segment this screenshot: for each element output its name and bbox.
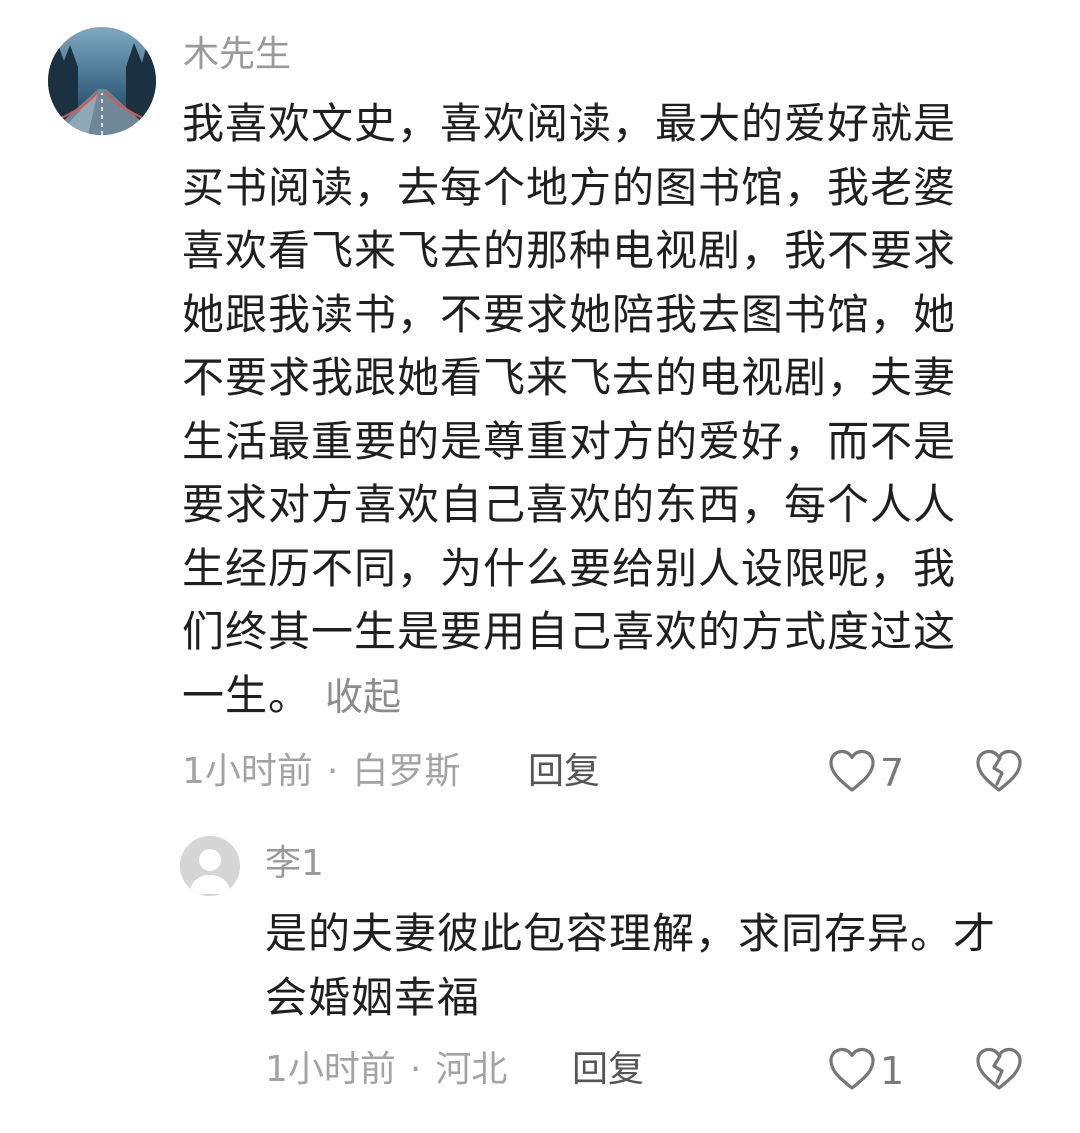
separator-dot: ·	[409, 1049, 422, 1090]
dislike-button[interactable]	[975, 1046, 1023, 1096]
reply-text: 是的夫妻彼此包容理解，求同存异。才 会婚姻幸福	[265, 902, 996, 1029]
broken-heart-icon	[975, 1047, 1023, 1096]
comment-text-line: 们终其一生是要用自己喜欢的方式度过这	[182, 607, 957, 656]
comment-text-line: 一生。	[182, 670, 312, 720]
reply-meta: 1小时前 · 河北	[265, 1052, 507, 1088]
collapse-link[interactable]: 收起	[325, 675, 401, 719]
username[interactable]: 李1	[265, 846, 324, 882]
like-count: 7	[880, 751, 905, 795]
reply-time: 1小时前	[265, 1049, 396, 1090]
dislike-button[interactable]	[975, 748, 1023, 798]
comment-text-line: 她跟我读书，不要求她陪我去图书馆，她	[182, 289, 957, 339]
comment-text-last-line: 一生。 收起	[182, 664, 956, 730]
like-button[interactable]: 7	[828, 748, 904, 798]
reply-button[interactable]: 回复	[572, 1052, 644, 1088]
comment-text-line: 喜欢看飞来飞去的那种电视剧，我不要求	[182, 226, 957, 275]
avatar[interactable]	[180, 836, 240, 896]
avatar[interactable]	[48, 27, 156, 135]
comment-location: 白罗斯	[352, 751, 461, 792]
reply-button[interactable]: 回复	[528, 754, 600, 790]
heart-outline-icon	[828, 1046, 876, 1096]
reply-text-line: 会婚姻幸福	[265, 972, 481, 1022]
comment-text-line: 我喜欢文史，喜欢阅读，最大的爱好就是	[182, 99, 957, 148]
separator-dot: ·	[326, 751, 339, 792]
comment-text-line: 生经历不同，为什么要给别人设限呢，我	[182, 543, 957, 593]
comment-time: 1小时前	[182, 751, 313, 792]
username[interactable]: 木先生	[183, 37, 291, 73]
like-button[interactable]: 1	[828, 1046, 904, 1096]
reply-location: 河北	[435, 1049, 508, 1090]
comment-text-line: 买书阅读，去每个地方的图书馆，我老婆	[182, 162, 957, 212]
comment-text: 我喜欢文史，喜欢阅读，最大的爱好就是 买书阅读，去每个地方的图书馆，我老婆 喜欢…	[182, 92, 956, 729]
comment-meta: 1小时前 · 白罗斯	[182, 754, 460, 790]
heart-outline-icon	[828, 748, 876, 798]
comment-text-line: 要求对方喜欢自己喜欢的东西，每个人人	[182, 480, 957, 529]
reply-text-line: 是的夫妻彼此包容理解，求同存异。才	[265, 909, 997, 958]
like-count: 1	[880, 1049, 905, 1093]
broken-heart-icon	[975, 749, 1023, 798]
comment-text-line: 生活最重要的是尊重对方的爱好，而不是	[182, 416, 957, 466]
comment-text-line: 不要求我跟她看飞来飞去的电视剧，夫妻	[182, 353, 957, 402]
